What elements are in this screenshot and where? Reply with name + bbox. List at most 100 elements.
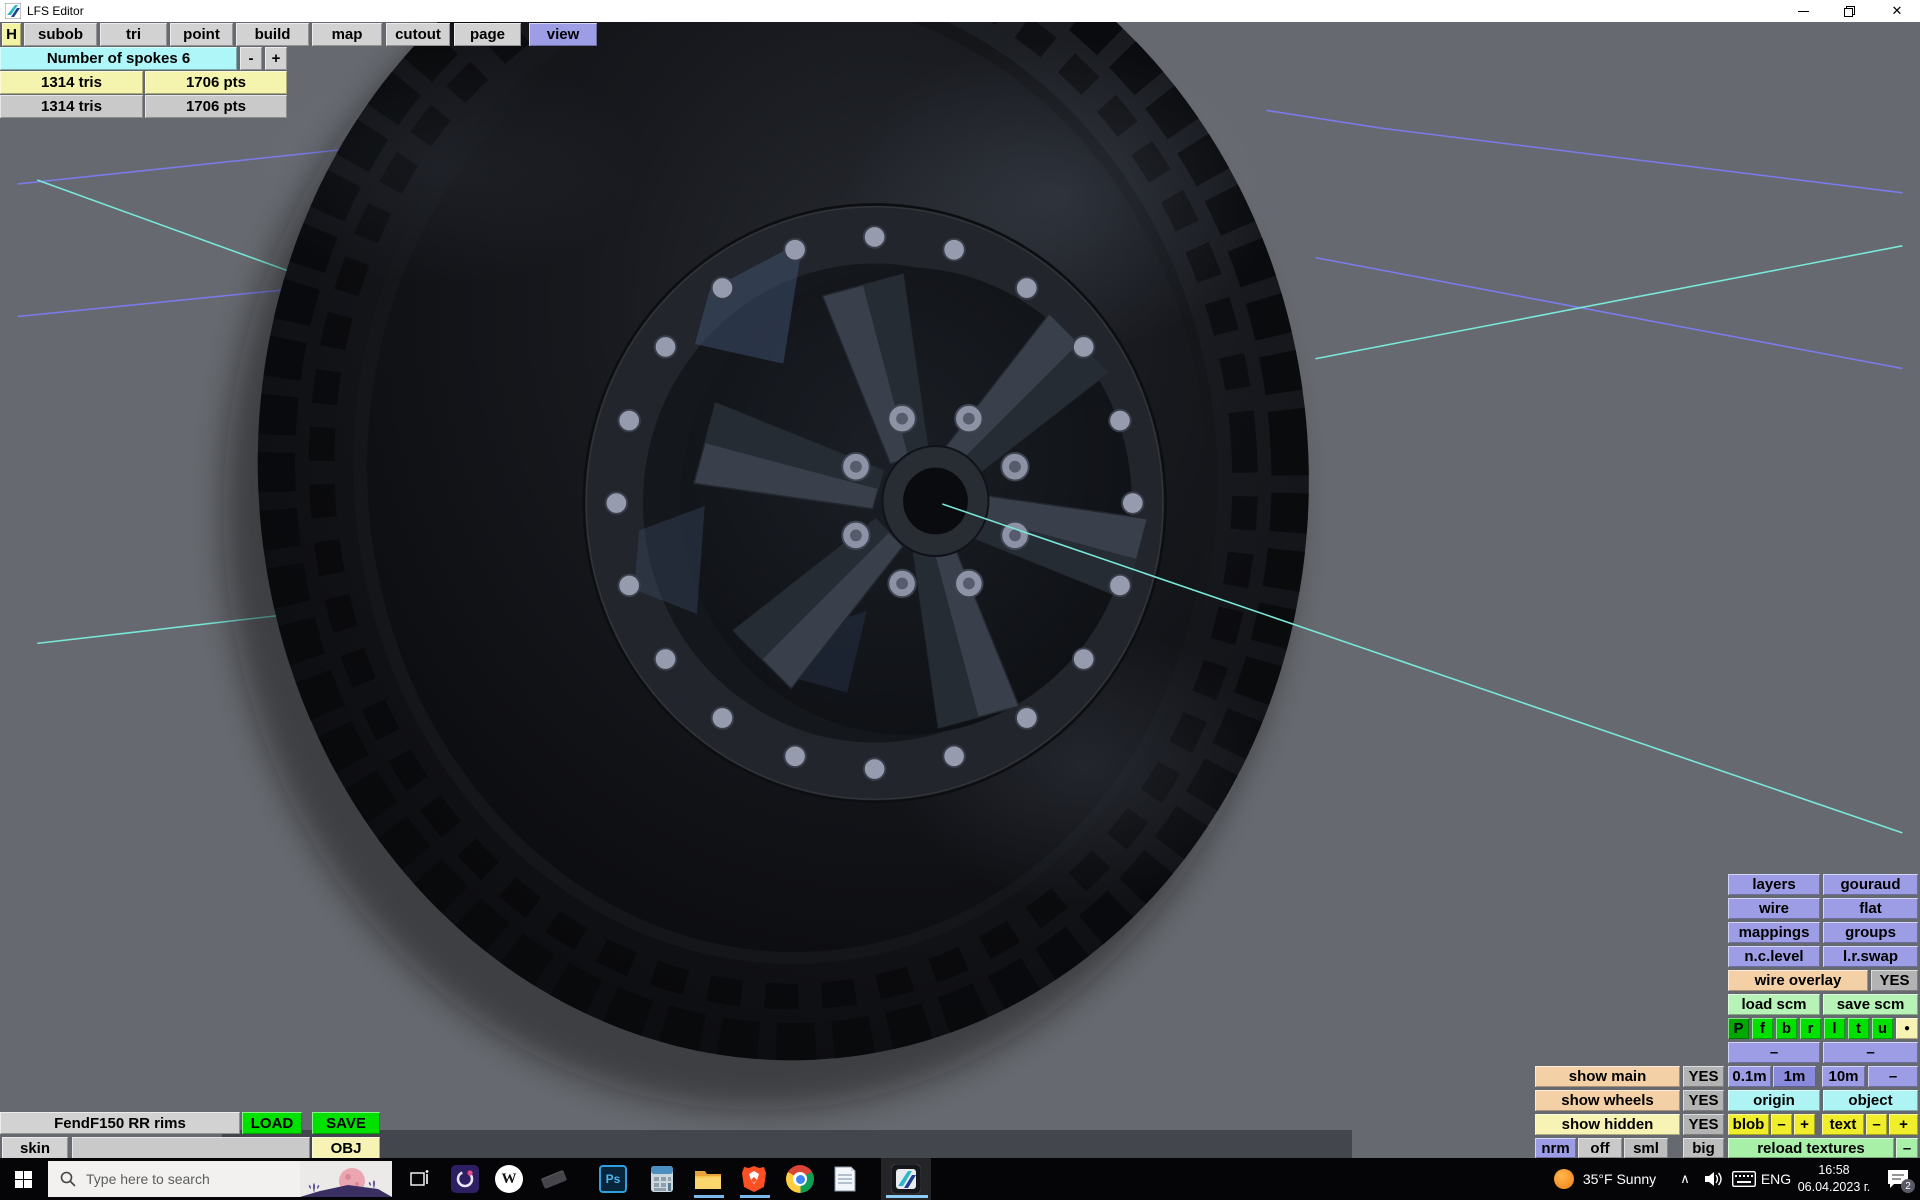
groups-button[interactable]: groups — [1823, 922, 1918, 943]
flat-button[interactable]: flat — [1823, 898, 1918, 919]
start-button[interactable] — [0, 1158, 46, 1200]
tris-count-total: 1314 tris — [0, 95, 143, 118]
scale-01m-button[interactable]: 0.1m — [1728, 1066, 1771, 1087]
scale-dash-button[interactable]: – — [1868, 1066, 1918, 1087]
windows-logo-icon — [15, 1171, 32, 1188]
layer-b-button[interactable]: b — [1776, 1018, 1797, 1039]
wire-overlay-toggle[interactable]: YES — [1871, 970, 1918, 991]
sml-button[interactable]: sml — [1624, 1138, 1668, 1158]
tab-view[interactable]: view — [529, 23, 597, 46]
w-app-icon: W — [495, 1165, 523, 1193]
chrome-icon — [786, 1165, 814, 1193]
show-wheels-toggle[interactable]: YES — [1683, 1090, 1724, 1111]
tab-page[interactable]: page — [454, 23, 521, 46]
search-input[interactable]: Type here to search — [48, 1161, 392, 1197]
volume-icon[interactable] — [1698, 1158, 1728, 1200]
calculator-button[interactable] — [640, 1158, 684, 1200]
scale-1m-button[interactable]: 1m — [1773, 1066, 1816, 1087]
obj-button[interactable]: OBJ — [312, 1137, 380, 1159]
tab-subob[interactable]: subob — [24, 23, 97, 46]
origin-button[interactable]: origin — [1728, 1090, 1820, 1111]
lrswap-button[interactable]: l.r.swap — [1823, 946, 1918, 967]
minimize-button[interactable] — [1786, 0, 1820, 22]
reload-textures-button[interactable]: reload textures — [1728, 1138, 1894, 1158]
reload-minus-button[interactable]: – — [1896, 1138, 1918, 1158]
show-main-toggle[interactable]: YES — [1683, 1066, 1724, 1087]
blob-minus-button[interactable]: – — [1771, 1114, 1792, 1135]
layer-f-button[interactable]: f — [1752, 1018, 1773, 1039]
layer-r-button[interactable]: r — [1800, 1018, 1821, 1039]
chrome-button[interactable] — [778, 1158, 822, 1200]
photoshop-button[interactable]: Ps — [591, 1158, 635, 1200]
language-indicator[interactable]: ENG — [1758, 1158, 1794, 1200]
panel-dash-left-button[interactable]: – — [1728, 1042, 1820, 1063]
load-button[interactable]: LOAD — [242, 1112, 302, 1134]
weather-widget[interactable]: 35°F Sunny — [1540, 1158, 1670, 1200]
lfs-running-indicator — [886, 1195, 928, 1198]
tab-tri[interactable]: tri — [100, 23, 167, 46]
points-count: 1706 pts — [145, 71, 287, 94]
tab-point[interactable]: point — [170, 23, 233, 46]
clock[interactable]: 16:58 06.04.2023 г. — [1796, 1158, 1872, 1200]
blob-button[interactable]: blob — [1728, 1114, 1769, 1135]
nclevel-button[interactable]: n.c.level — [1728, 946, 1820, 967]
off-button[interactable]: off — [1578, 1138, 1622, 1158]
purple-ring-app-icon — [451, 1165, 479, 1193]
spokes-plus-button[interactable]: + — [265, 47, 287, 70]
restore-button[interactable] — [1832, 0, 1866, 22]
panel-dash-right-button[interactable]: – — [1823, 1042, 1918, 1063]
purple-ring-app-button[interactable] — [443, 1158, 487, 1200]
lfs-editor-window: LFS Editor ✕ H subob tri point build map… — [0, 0, 1920, 1200]
text-minus-button[interactable]: – — [1866, 1114, 1887, 1135]
tablet-app-button[interactable] — [532, 1158, 576, 1200]
language-code: ENG — [1761, 1171, 1791, 1187]
lfs-editor-taskbar-button[interactable] — [881, 1158, 931, 1200]
notepad-icon — [833, 1165, 857, 1193]
bottom-strip — [222, 1130, 1352, 1158]
mappings-button[interactable]: mappings — [1728, 922, 1820, 943]
wire-button[interactable]: wire — [1728, 898, 1820, 919]
w-app-button[interactable]: W — [487, 1158, 531, 1200]
object-button[interactable]: object — [1823, 1090, 1918, 1111]
layers-button[interactable]: layers — [1728, 874, 1820, 895]
file-explorer-button[interactable] — [686, 1158, 730, 1200]
layer-u-button[interactable]: u — [1872, 1018, 1893, 1039]
close-button[interactable]: ✕ — [1880, 0, 1914, 22]
save-scm-button[interactable]: save scm — [1823, 994, 1918, 1015]
show-hidden-toggle[interactable]: YES — [1683, 1114, 1724, 1135]
nrm-button[interactable]: nrm — [1535, 1138, 1576, 1158]
task-view-button[interactable] — [398, 1158, 442, 1200]
skin-button[interactable]: skin — [2, 1137, 68, 1159]
gouraud-button[interactable]: gouraud — [1823, 874, 1918, 895]
touch-keyboard-icon[interactable] — [1728, 1158, 1760, 1200]
tab-cutout[interactable]: cutout — [386, 23, 450, 46]
notepad-button[interactable] — [823, 1158, 867, 1200]
tray-expand-chevron-icon[interactable]: ∧ — [1672, 1158, 1698, 1200]
show-hidden-label: show hidden — [1535, 1114, 1680, 1135]
3d-viewport[interactable] — [0, 22, 1920, 1200]
scale-10m-button[interactable]: 10m — [1822, 1066, 1865, 1087]
text-plus-button[interactable]: + — [1889, 1114, 1918, 1135]
skin-name-field[interactable] — [72, 1137, 310, 1159]
load-scm-button[interactable]: load scm — [1728, 994, 1820, 1015]
tab-h[interactable]: H — [2, 23, 21, 46]
lfs-editor-window-icon — [5, 3, 21, 19]
tab-map[interactable]: map — [312, 23, 382, 46]
notification-center-button[interactable]: 2 — [1876, 1158, 1920, 1200]
text-button[interactable]: text — [1822, 1114, 1864, 1135]
spokes-minus-button[interactable]: - — [240, 47, 262, 70]
big-button[interactable]: big — [1683, 1138, 1724, 1158]
search-highlight-illustration — [300, 1161, 392, 1197]
blob-plus-button[interactable]: + — [1794, 1114, 1815, 1135]
layer-t-button[interactable]: t — [1848, 1018, 1869, 1039]
layer-p-button[interactable]: P — [1728, 1018, 1749, 1039]
tab-build[interactable]: build — [236, 23, 309, 46]
task-view-icon — [410, 1170, 430, 1188]
notification-badge: 2 — [1901, 1179, 1915, 1193]
brave-icon — [741, 1165, 767, 1193]
layer-dot-button[interactable]: ● — [1896, 1018, 1918, 1039]
layer-l-button[interactable]: l — [1824, 1018, 1845, 1039]
save-button[interactable]: SAVE — [312, 1112, 380, 1134]
brave-button[interactable] — [732, 1158, 776, 1200]
tray-date: 06.04.2023 г. — [1798, 1179, 1871, 1196]
